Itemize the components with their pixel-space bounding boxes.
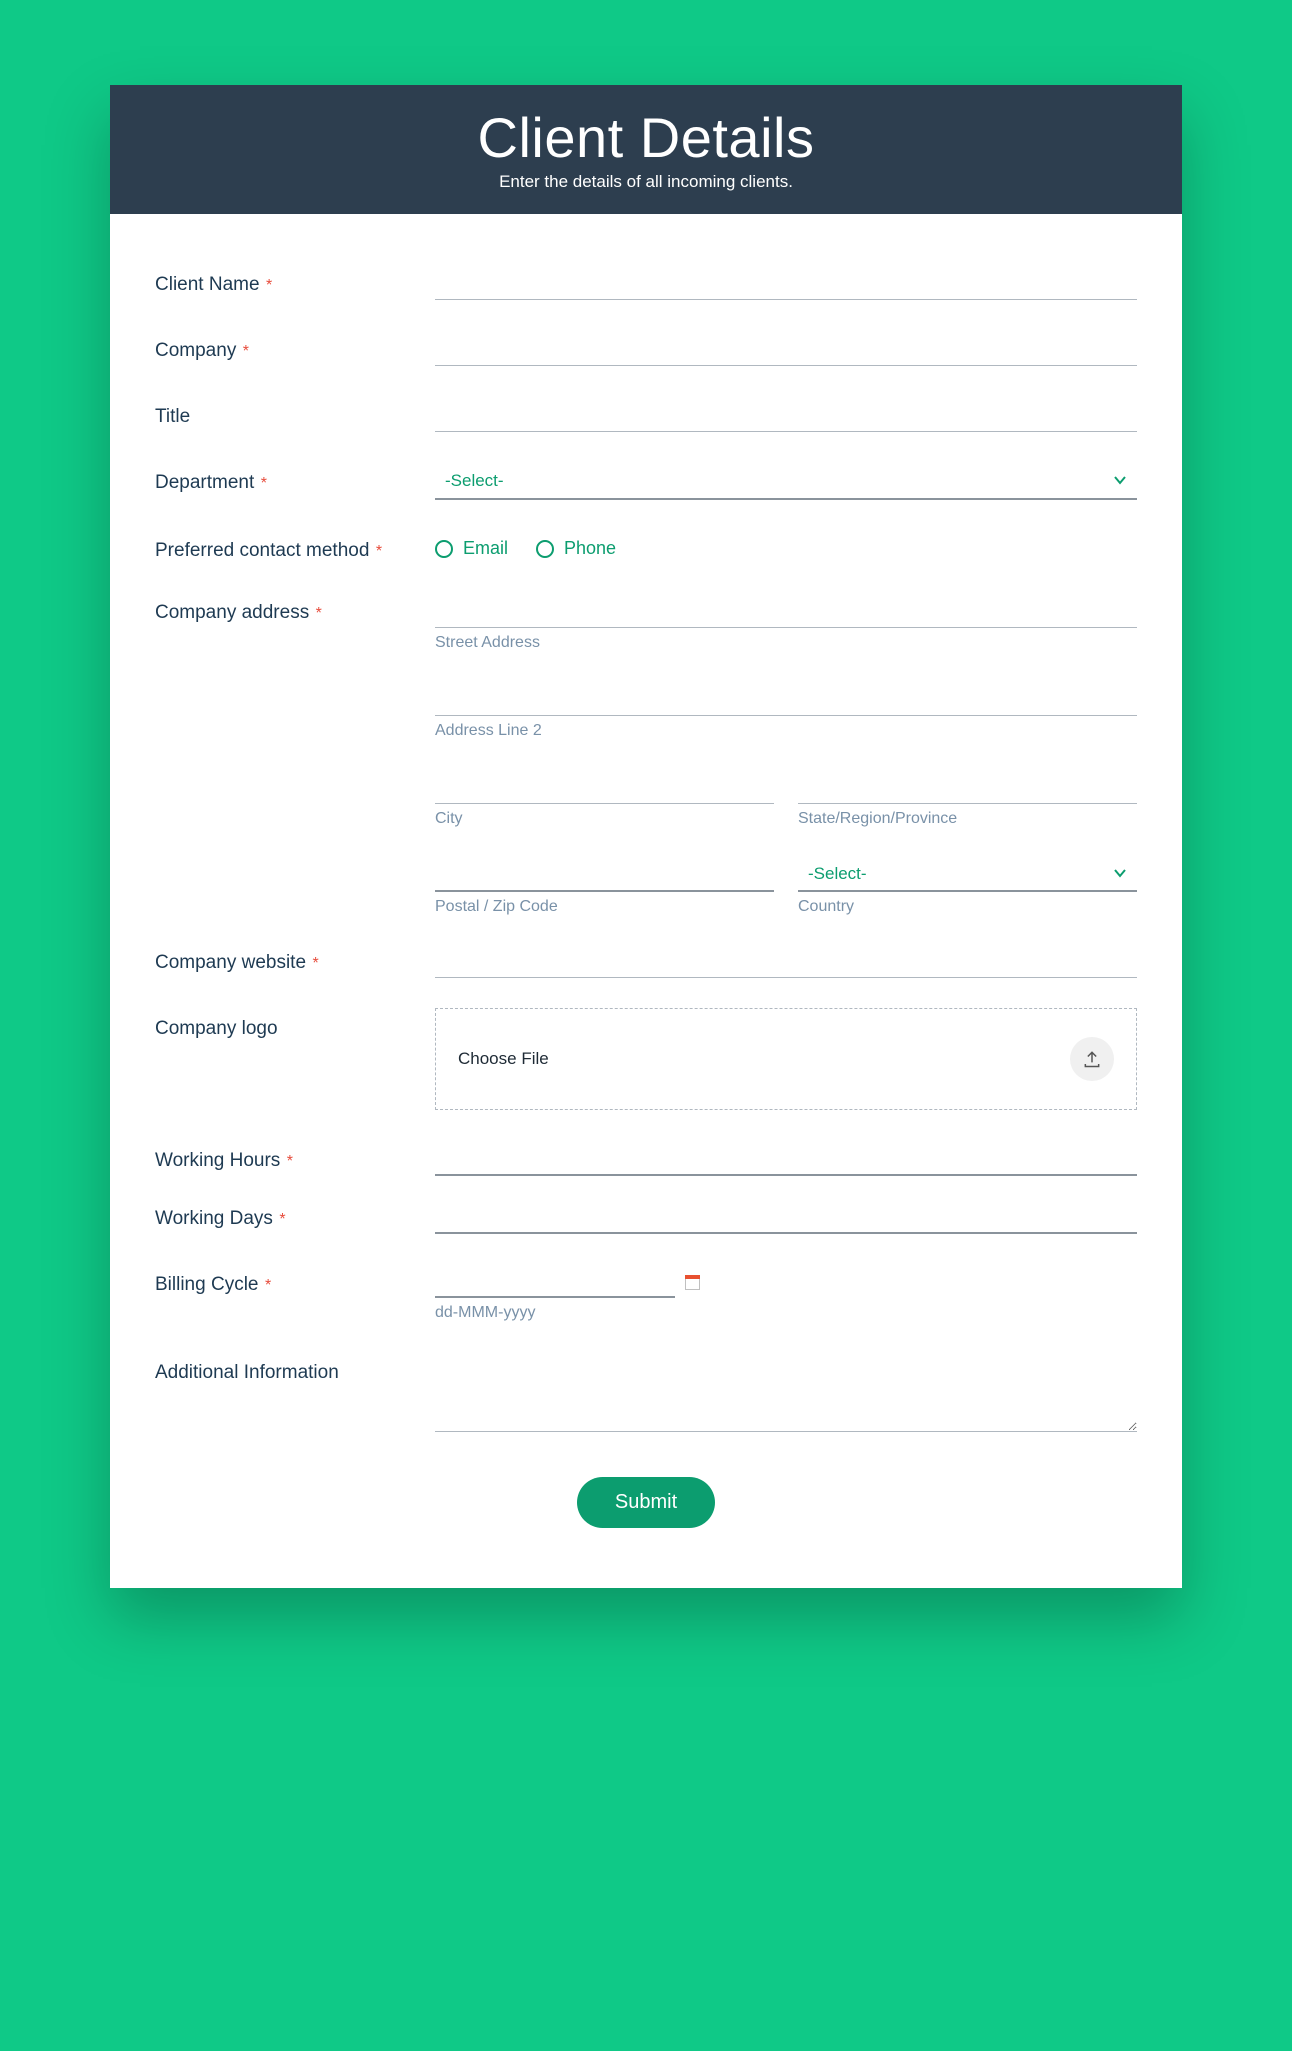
required-marker: * (376, 543, 382, 560)
company-input[interactable] (435, 330, 1137, 366)
label-company-logo: Company logo (155, 1018, 278, 1039)
select-placeholder: -Select- (808, 864, 867, 884)
row-company-logo: Company logo Choose File (155, 1008, 1137, 1110)
working-hours-input[interactable] (435, 1140, 1137, 1176)
required-marker: * (265, 1277, 271, 1294)
page-title: Client Details (130, 105, 1162, 170)
contact-method-radio-group: Email Phone (435, 530, 1137, 559)
chevron-down-icon (1113, 866, 1127, 880)
choose-file-label: Choose File (458, 1049, 549, 1069)
sublabel-country: Country (798, 898, 1137, 916)
required-marker: * (312, 955, 318, 972)
client-name-input[interactable] (435, 264, 1137, 300)
sublabel-street: Street Address (435, 634, 1137, 652)
label-company-address: Company address (155, 602, 309, 623)
form-header: Client Details Enter the details of all … (110, 85, 1182, 214)
label-contact-method: Preferred contact method (155, 540, 369, 561)
label-title: Title (155, 406, 190, 427)
row-department: Department * -Select- (155, 462, 1137, 500)
calendar-icon[interactable] (685, 1275, 701, 1291)
label-client-name: Client Name (155, 274, 260, 295)
radio-email-label: Email (463, 538, 508, 559)
row-working-hours: Working Hours * (155, 1140, 1137, 1176)
required-marker: * (261, 475, 267, 492)
label-company: Company (155, 340, 236, 361)
label-billing-cycle: Billing Cycle (155, 1274, 258, 1295)
row-client-name: Client Name * (155, 264, 1137, 300)
radio-email[interactable]: Email (435, 538, 508, 559)
row-billing-cycle: Billing Cycle * dd-MMM-yyyy (155, 1264, 1137, 1322)
row-company: Company * (155, 330, 1137, 366)
row-additional-info: Additional Information (155, 1352, 1137, 1437)
submit-row: Submit (155, 1477, 1137, 1548)
city-input[interactable] (435, 768, 774, 804)
sublabel-state: State/Region/Province (798, 810, 1137, 828)
billing-cycle-date-input[interactable] (435, 1264, 675, 1298)
sublabel-line2: Address Line 2 (435, 722, 1137, 740)
radio-phone[interactable]: Phone (536, 538, 616, 559)
company-website-input[interactable] (435, 942, 1137, 978)
department-select[interactable]: -Select- (435, 462, 1137, 500)
required-marker: * (266, 277, 272, 294)
postal-input[interactable] (435, 856, 774, 892)
street-address-input[interactable] (435, 592, 1137, 628)
required-marker: * (287, 1153, 293, 1170)
file-upload-box[interactable]: Choose File (435, 1008, 1137, 1110)
radio-phone-label: Phone (564, 538, 616, 559)
radio-icon (435, 540, 453, 558)
label-working-days: Working Days (155, 1208, 273, 1229)
page-subtitle: Enter the details of all incoming client… (130, 172, 1162, 192)
row-contact-method: Preferred contact method * Email Phone (155, 530, 1137, 562)
required-marker: * (279, 1211, 285, 1228)
row-company-website: Company website * (155, 942, 1137, 978)
label-additional-info: Additional Information (155, 1362, 339, 1383)
label-working-hours: Working Hours (155, 1150, 280, 1171)
label-company-website: Company website (155, 952, 306, 973)
required-marker: * (243, 343, 249, 360)
chevron-down-icon (1113, 473, 1127, 487)
form-card: Client Details Enter the details of all … (110, 85, 1182, 1588)
additional-info-textarea[interactable] (435, 1352, 1137, 1432)
form-body: Client Name * Company * Title (110, 214, 1182, 1588)
select-placeholder: -Select- (445, 471, 504, 491)
row-title: Title (155, 396, 1137, 432)
date-format-hint: dd-MMM-yyyy (435, 1304, 1137, 1322)
row-working-days: Working Days * (155, 1198, 1137, 1234)
sublabel-postal: Postal / Zip Code (435, 898, 774, 916)
row-company-address: Company address * Street Address Address… (155, 592, 1137, 932)
required-marker: * (316, 605, 322, 622)
state-input[interactable] (798, 768, 1137, 804)
label-department: Department (155, 472, 254, 493)
working-days-input[interactable] (435, 1198, 1137, 1234)
submit-button[interactable]: Submit (577, 1477, 715, 1528)
address-line2-input[interactable] (435, 680, 1137, 716)
upload-icon (1070, 1037, 1114, 1081)
title-input[interactable] (435, 396, 1137, 432)
radio-icon (536, 540, 554, 558)
sublabel-city: City (435, 810, 774, 828)
country-select[interactable]: -Select- (798, 856, 1137, 892)
